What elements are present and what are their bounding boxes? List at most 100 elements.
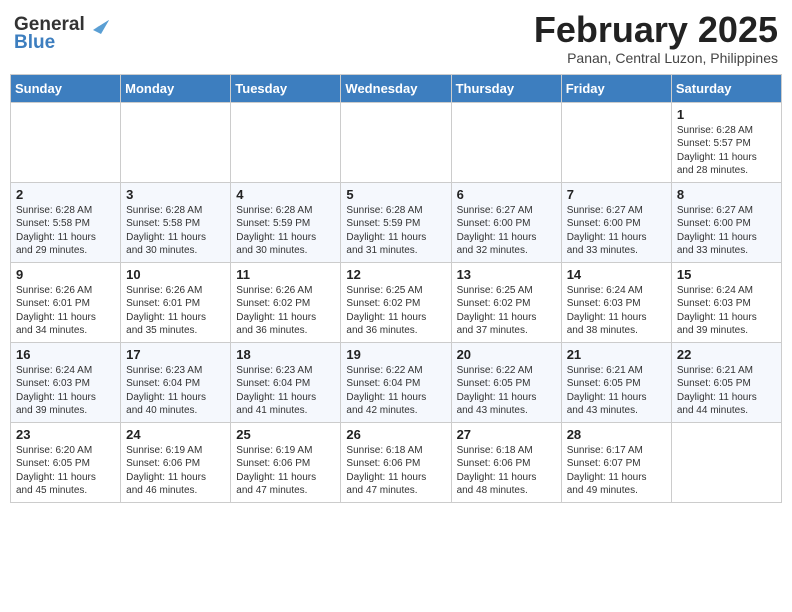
table-row: 15 Sunrise: 6:24 AM Sunset: 6:03 PM Dayli…: [671, 262, 781, 342]
col-tuesday: Tuesday: [231, 74, 341, 102]
day-number: 14: [567, 267, 666, 282]
day-info: Sunrise: 6:20 AM Sunset: 6:05 PM Dayligh…: [16, 444, 115, 498]
table-row: 18 Sunrise: 6:23 AM Sunset: 6:04 PM Dayli…: [231, 342, 341, 422]
day-number: 27: [457, 427, 556, 442]
day-number: 2: [16, 187, 115, 202]
table-row: 16Sunrise: 6:24 AM Sunset: 6:03 PM Dayli…: [11, 342, 121, 422]
calendar-week-row: 23 Sunrise: 6:20 AM Sunset: 6:05 PM Dayli…: [11, 422, 782, 502]
day-number: 15: [677, 267, 776, 282]
table-row: [451, 102, 561, 182]
day-info: Sunrise: 6:19 AM Sunset: 6:06 PM Dayligh…: [126, 444, 225, 498]
day-number: 6: [457, 187, 556, 202]
day-info: Sunrise: 6:27 AM Sunset: 6:00 PM Dayligh…: [457, 204, 556, 258]
logo-blue: Blue: [14, 32, 55, 54]
table-row: 26 Sunrise: 6:18 AM Sunset: 6:06 PM Dayli…: [341, 422, 451, 502]
table-row: [11, 102, 121, 182]
table-row: 14 Sunrise: 6:24 AM Sunset: 6:03 PM Dayli…: [561, 262, 671, 342]
table-row: 7 Sunrise: 6:27 AM Sunset: 6:00 PM Daylig…: [561, 182, 671, 262]
calendar-header-row: Sunday Monday Tuesday Wednesday Thursday…: [11, 74, 782, 102]
day-info: Sunrise: 6:26 AM Sunset: 6:01 PM Dayligh…: [126, 284, 225, 338]
table-row: 13 Sunrise: 6:25 AM Sunset: 6:02 PM Dayli…: [451, 262, 561, 342]
day-number: 11: [236, 267, 335, 282]
day-info: Sunrise: 6:18 AM Sunset: 6:06 PM Dayligh…: [346, 444, 445, 498]
day-info: Sunrise: 6:21 AM Sunset: 6:05 PM Dayligh…: [677, 364, 776, 418]
header: General Blue February 2025 Panan, Centra…: [10, 10, 782, 66]
table-row: 1 Sunrise: 6:28 AM Sunset: 5:57 PM Daylig…: [671, 102, 781, 182]
day-number: 3: [126, 187, 225, 202]
day-info: Sunrise: 6:23 AM Sunset: 6:04 PM Dayligh…: [236, 364, 335, 418]
day-number: 13: [457, 267, 556, 282]
col-thursday: Thursday: [451, 74, 561, 102]
table-row: 20 Sunrise: 6:22 AM Sunset: 6:05 PM Dayli…: [451, 342, 561, 422]
calendar-week-row: 9 Sunrise: 6:26 AM Sunset: 6:01 PM Daylig…: [11, 262, 782, 342]
day-info: Sunrise: 6:17 AM Sunset: 6:07 PM Dayligh…: [567, 444, 666, 498]
day-number: 18: [236, 347, 335, 362]
day-info: Sunrise: 6:25 AM Sunset: 6:02 PM Dayligh…: [457, 284, 556, 338]
day-info: Sunrise: 6:18 AM Sunset: 6:06 PM Dayligh…: [457, 444, 556, 498]
table-row: 9 Sunrise: 6:26 AM Sunset: 6:01 PM Daylig…: [11, 262, 121, 342]
day-number: 1: [677, 107, 776, 122]
col-saturday: Saturday: [671, 74, 781, 102]
day-number: 26: [346, 427, 445, 442]
calendar-week-row: 16Sunrise: 6:24 AM Sunset: 6:03 PM Dayli…: [11, 342, 782, 422]
day-info: Sunrise: 6:28 AM Sunset: 5:59 PM Dayligh…: [236, 204, 335, 258]
day-number: 25: [236, 427, 335, 442]
day-number: 16: [16, 347, 115, 362]
col-monday: Monday: [121, 74, 231, 102]
table-row: 21 Sunrise: 6:21 AM Sunset: 6:05 PM Dayli…: [561, 342, 671, 422]
table-row: [231, 102, 341, 182]
day-number: 9: [16, 267, 115, 282]
day-number: 8: [677, 187, 776, 202]
day-info: Sunrise: 6:27 AM Sunset: 6:00 PM Dayligh…: [567, 204, 666, 258]
table-row: 25 Sunrise: 6:19 AM Sunset: 6:06 PM Dayli…: [231, 422, 341, 502]
calendar-week-row: 1 Sunrise: 6:28 AM Sunset: 5:57 PM Daylig…: [11, 102, 782, 182]
table-row: 8 Sunrise: 6:27 AM Sunset: 6:00 PM Daylig…: [671, 182, 781, 262]
table-row: 2 Sunrise: 6:28 AM Sunset: 5:58 PM Daylig…: [11, 182, 121, 262]
day-number: 19: [346, 347, 445, 362]
day-info: Sunrise: 6:28 AM Sunset: 5:57 PM Dayligh…: [677, 124, 776, 178]
day-info: Sunrise: 6:28 AM Sunset: 5:58 PM Dayligh…: [16, 204, 115, 258]
day-number: 10: [126, 267, 225, 282]
table-row: [341, 102, 451, 182]
day-number: 7: [567, 187, 666, 202]
day-info: Sunrise: 6:22 AM Sunset: 6:04 PM Dayligh…: [346, 364, 445, 418]
day-number: 23: [16, 427, 115, 442]
table-row: 4Sunrise: 6:28 AM Sunset: 5:59 PM Daylig…: [231, 182, 341, 262]
table-row: 22Sunrise: 6:21 AM Sunset: 6:05 PM Dayli…: [671, 342, 781, 422]
table-row: [561, 102, 671, 182]
table-row: 3 Sunrise: 6:28 AM Sunset: 5:58 PM Daylig…: [121, 182, 231, 262]
table-row: 27 Sunrise: 6:18 AM Sunset: 6:06 PM Dayli…: [451, 422, 561, 502]
location-subtitle: Panan, Central Luzon, Philippines: [534, 50, 778, 66]
logo-bird-icon: [87, 16, 109, 34]
table-row: 11Sunrise: 6:26 AM Sunset: 6:02 PM Dayli…: [231, 262, 341, 342]
calendar-table: Sunday Monday Tuesday Wednesday Thursday…: [10, 74, 782, 503]
day-info: Sunrise: 6:28 AM Sunset: 5:59 PM Dayligh…: [346, 204, 445, 258]
day-info: Sunrise: 6:26 AM Sunset: 6:01 PM Dayligh…: [16, 284, 115, 338]
calendar-week-row: 2 Sunrise: 6:28 AM Sunset: 5:58 PM Daylig…: [11, 182, 782, 262]
day-info: Sunrise: 6:24 AM Sunset: 6:03 PM Dayligh…: [567, 284, 666, 338]
table-row: 10 Sunrise: 6:26 AM Sunset: 6:01 PM Dayli…: [121, 262, 231, 342]
title-section: February 2025 Panan, Central Luzon, Phil…: [534, 10, 778, 66]
table-row: 28 Sunrise: 6:17 AM Sunset: 6:07 PM Dayli…: [561, 422, 671, 502]
day-info: Sunrise: 6:22 AM Sunset: 6:05 PM Dayligh…: [457, 364, 556, 418]
day-number: 5: [346, 187, 445, 202]
table-row: [671, 422, 781, 502]
day-number: 28: [567, 427, 666, 442]
month-year-title: February 2025: [534, 10, 778, 50]
table-row: 17Sunrise: 6:23 AM Sunset: 6:04 PM Dayli…: [121, 342, 231, 422]
table-row: 23 Sunrise: 6:20 AM Sunset: 6:05 PM Dayli…: [11, 422, 121, 502]
day-number: 20: [457, 347, 556, 362]
logo: General Blue: [14, 14, 109, 54]
day-info: Sunrise: 6:25 AM Sunset: 6:02 PM Dayligh…: [346, 284, 445, 338]
day-number: 21: [567, 347, 666, 362]
day-info: Sunrise: 6:19 AM Sunset: 6:06 PM Dayligh…: [236, 444, 335, 498]
table-row: [121, 102, 231, 182]
day-info: Sunrise: 6:28 AM Sunset: 5:58 PM Dayligh…: [126, 204, 225, 258]
day-number: 24: [126, 427, 225, 442]
day-info: Sunrise: 6:27 AM Sunset: 6:00 PM Dayligh…: [677, 204, 776, 258]
col-sunday: Sunday: [11, 74, 121, 102]
col-wednesday: Wednesday: [341, 74, 451, 102]
day-info: Sunrise: 6:21 AM Sunset: 6:05 PM Dayligh…: [567, 364, 666, 418]
day-info: Sunrise: 6:24 AM Sunset: 6:03 PM Dayligh…: [677, 284, 776, 338]
table-row: 19 Sunrise: 6:22 AM Sunset: 6:04 PM Dayli…: [341, 342, 451, 422]
